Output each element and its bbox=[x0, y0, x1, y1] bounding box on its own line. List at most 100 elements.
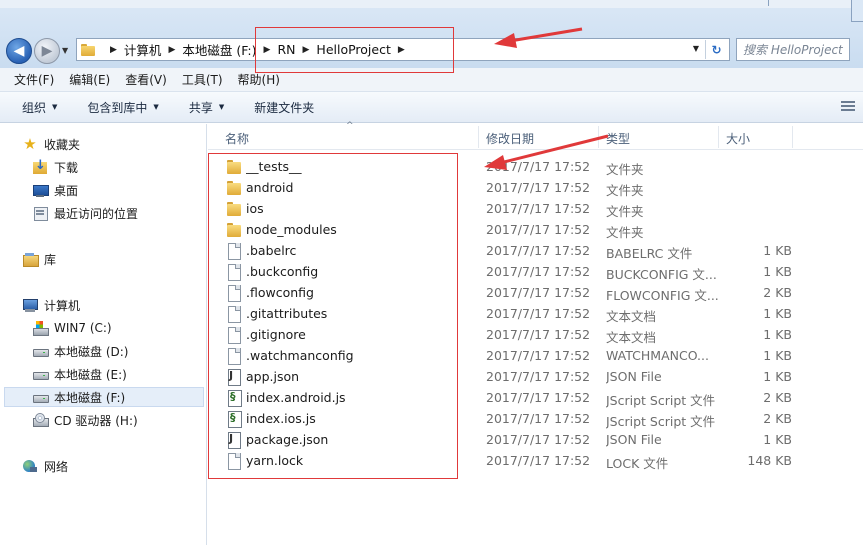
file-row[interactable]: yarn.lock 2017/7/17 17:52 LOCK 文件 148 KB bbox=[208, 451, 863, 472]
file-row[interactable]: .flowconfig 2017/7/17 17:52 FLOWCONFIG 文..… bbox=[208, 283, 863, 304]
file-icon bbox=[226, 453, 242, 470]
title-bar: ◀ ▶ ▼ ▶ 计算机 ▶ 本地磁盘 (F:) ▶ RN ▶ HelloProj… bbox=[0, 0, 863, 68]
sidebar-item-libraries[interactable]: 库 bbox=[22, 249, 56, 269]
file-row[interactable]: app.json 2017/7/17 17:52 JSON File 1 KB bbox=[208, 367, 863, 388]
file-date: 2017/7/17 17:52 bbox=[486, 369, 591, 384]
back-button[interactable]: ◀ bbox=[6, 38, 32, 64]
menu-bar: 文件(F) 编辑(E) 查看(V) 工具(T) 帮助(H) bbox=[0, 68, 863, 92]
chevron-down-icon: ▼ bbox=[62, 46, 69, 55]
sidebar-item-label: 本地磁盘 (D:) bbox=[54, 344, 129, 359]
refresh-button[interactable]: ↻ bbox=[705, 40, 727, 59]
file-type: JScript Script 文件 bbox=[606, 414, 716, 429]
sidebar-item-desktop[interactable]: 桌面 bbox=[32, 180, 78, 200]
file-row[interactable]: .gitattributes 2017/7/17 17:52 文本文档 1 KB bbox=[208, 304, 863, 325]
chevron-right-icon[interactable]: ▶ bbox=[168, 45, 175, 55]
view-options-icon[interactable] bbox=[841, 101, 855, 113]
breadcrumb-helloproject[interactable]: HelloProject bbox=[316, 42, 390, 57]
column-divider[interactable] bbox=[792, 126, 793, 148]
sidebar-item-recent-places[interactable]: 最近访问的位置 bbox=[32, 203, 138, 223]
breadcrumb: ▶ 计算机 ▶ 本地磁盘 (F:) ▶ RN ▶ HelloProject ▶ bbox=[103, 40, 412, 59]
file-icon bbox=[226, 348, 242, 365]
file-row[interactable]: ios 2017/7/17 17:52 文件夹 bbox=[208, 199, 863, 220]
menu-edit[interactable]: 编辑(E) bbox=[69, 71, 110, 88]
file-date: 2017/7/17 17:52 bbox=[486, 327, 591, 342]
sidebar-item-computer[interactable]: 计算机 bbox=[22, 295, 80, 315]
search-input[interactable]: 搜索 HelloProject bbox=[736, 38, 850, 61]
script-file-icon bbox=[226, 411, 242, 428]
sidebar-item-network[interactable]: 网络 bbox=[22, 456, 68, 476]
breadcrumb-drive-f[interactable]: 本地磁盘 (F:) bbox=[182, 40, 256, 59]
file-icon bbox=[226, 243, 242, 260]
column-header-size[interactable]: 大小 bbox=[726, 130, 750, 147]
address-history-dropdown[interactable]: ▼ bbox=[693, 44, 699, 53]
breadcrumb-computer[interactable]: 计算机 bbox=[124, 40, 162, 59]
file-type: 文本文档 bbox=[606, 309, 657, 324]
file-date: 2017/7/17 17:52 bbox=[486, 285, 591, 300]
menu-help[interactable]: 帮助(H) bbox=[238, 71, 280, 88]
window-top-edge bbox=[0, 0, 863, 8]
organize-button[interactable]: 组织 ▼ bbox=[22, 99, 57, 116]
file-name: .watchmanconfig bbox=[246, 348, 354, 363]
file-icon bbox=[226, 285, 242, 302]
arrow-left-icon: ◀ bbox=[13, 43, 25, 59]
sidebar-item-favorites[interactable]: ★ 收藏夹 bbox=[22, 134, 80, 154]
forward-button[interactable]: ▶ bbox=[34, 38, 60, 64]
file-row[interactable]: package.json 2017/7/17 17:52 JSON File 1 KB bbox=[208, 430, 863, 451]
column-header-type[interactable]: 类型 bbox=[606, 130, 630, 147]
column-divider[interactable] bbox=[598, 126, 599, 148]
file-name: index.ios.js bbox=[246, 411, 316, 426]
recent-pages-dropdown[interactable]: ▼ bbox=[62, 46, 68, 55]
sidebar-item-drive-d[interactable]: 本地磁盘 (D:) bbox=[32, 341, 128, 361]
file-name: .gitattributes bbox=[246, 306, 328, 321]
address-bar[interactable]: ▶ 计算机 ▶ 本地磁盘 (F:) ▶ RN ▶ HelloProject ▶ … bbox=[76, 38, 730, 61]
file-date: 2017/7/17 17:52 bbox=[486, 243, 591, 258]
menu-view[interactable]: 查看(V) bbox=[125, 71, 167, 88]
json-file-icon bbox=[226, 432, 242, 449]
file-name: index.android.js bbox=[246, 390, 346, 405]
sidebar-item-label: CD 驱动器 (H:) bbox=[54, 413, 138, 428]
sidebar-item-downloads[interactable]: 下载 bbox=[32, 157, 78, 177]
breadcrumb-rn[interactable]: RN bbox=[277, 42, 295, 57]
new-folder-button[interactable]: 新建文件夹 bbox=[254, 99, 314, 116]
column-divider[interactable] bbox=[718, 126, 719, 148]
refresh-icon: ↻ bbox=[711, 42, 722, 57]
file-date: 2017/7/17 17:52 bbox=[486, 159, 591, 174]
menu-file[interactable]: 文件(F) bbox=[14, 71, 54, 88]
file-row[interactable]: android 2017/7/17 17:52 文件夹 bbox=[208, 178, 863, 199]
sort-ascending-icon: ^ bbox=[346, 121, 354, 131]
chevron-right-icon[interactable]: ▶ bbox=[110, 45, 117, 55]
file-row[interactable]: .babelrc 2017/7/17 17:52 BABELRC 文件 1 KB bbox=[208, 241, 863, 262]
chevron-right-icon[interactable]: ▶ bbox=[264, 45, 271, 55]
file-row[interactable]: index.android.js 2017/7/17 17:52 JScript S… bbox=[208, 388, 863, 409]
share-button[interactable]: 共享 ▼ bbox=[189, 99, 224, 116]
sidebar-item-label: 库 bbox=[44, 252, 57, 267]
chevron-right-icon[interactable]: ▶ bbox=[398, 45, 405, 55]
include-in-library-button[interactable]: 包含到库中 ▼ bbox=[87, 99, 158, 116]
file-row[interactable]: __tests__ 2017/7/17 17:52 文件夹 bbox=[208, 157, 863, 178]
file-row[interactable]: .watchmanconfig 2017/7/17 17:52 WATCHMANCO… bbox=[208, 346, 863, 367]
file-size: 1 KB bbox=[763, 432, 792, 447]
file-size: 1 KB bbox=[763, 327, 792, 342]
file-row[interactable]: node_modules 2017/7/17 17:52 文件夹 bbox=[208, 220, 863, 241]
sidebar-item-drive-h[interactable]: CD 驱动器 (H:) bbox=[32, 410, 138, 430]
sidebar-item-drive-e[interactable]: 本地磁盘 (E:) bbox=[32, 364, 127, 384]
file-row[interactable]: .gitignore 2017/7/17 17:52 文本文档 1 KB bbox=[208, 325, 863, 346]
menu-tools[interactable]: 工具(T) bbox=[182, 71, 223, 88]
sidebar-item-label: 本地磁盘 (F:) bbox=[54, 390, 126, 405]
file-type: 文件夹 bbox=[606, 225, 644, 240]
sidebar-item-drive-f[interactable]: 本地磁盘 (F:) bbox=[4, 387, 204, 407]
column-header-name[interactable]: 名称 bbox=[225, 130, 249, 147]
file-date: 2017/7/17 17:52 bbox=[486, 201, 591, 216]
organize-label: 组织 bbox=[22, 100, 47, 115]
file-date: 2017/7/17 17:52 bbox=[486, 222, 591, 237]
file-type: 文件夹 bbox=[606, 162, 644, 177]
column-divider[interactable] bbox=[478, 126, 479, 148]
column-header-date[interactable]: 修改日期 bbox=[486, 130, 534, 147]
file-type: FLOWCONFIG 文... bbox=[606, 288, 718, 303]
file-row[interactable]: index.ios.js 2017/7/17 17:52 JScript Scrip… bbox=[208, 409, 863, 430]
file-size: 1 KB bbox=[763, 243, 792, 258]
file-row[interactable]: .buckconfig 2017/7/17 17:52 BUCKCONFIG 文..… bbox=[208, 262, 863, 283]
sidebar-item-drive-c[interactable]: WIN7 (C:) bbox=[32, 318, 112, 338]
sidebar-item-label: 计算机 bbox=[44, 298, 81, 313]
chevron-right-icon[interactable]: ▶ bbox=[303, 45, 310, 55]
